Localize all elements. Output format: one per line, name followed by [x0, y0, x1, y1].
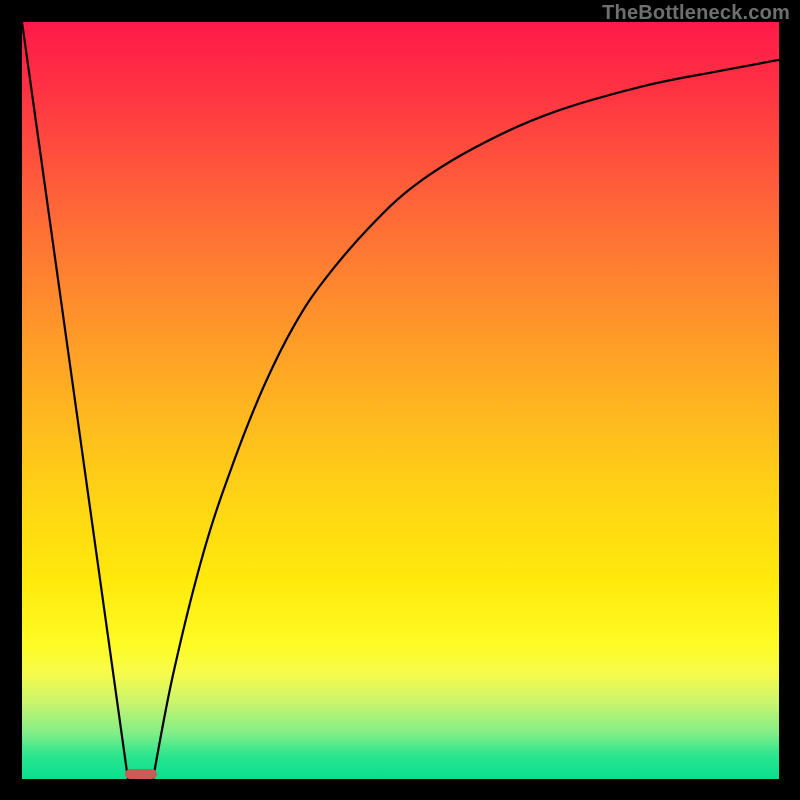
minimum-marker	[125, 769, 157, 779]
chart-frame: TheBottleneck.com	[0, 0, 800, 800]
curve-svg	[22, 22, 779, 779]
curve-right-branch	[153, 60, 779, 779]
curve-left-branch	[22, 22, 128, 779]
plot-area	[22, 22, 779, 779]
